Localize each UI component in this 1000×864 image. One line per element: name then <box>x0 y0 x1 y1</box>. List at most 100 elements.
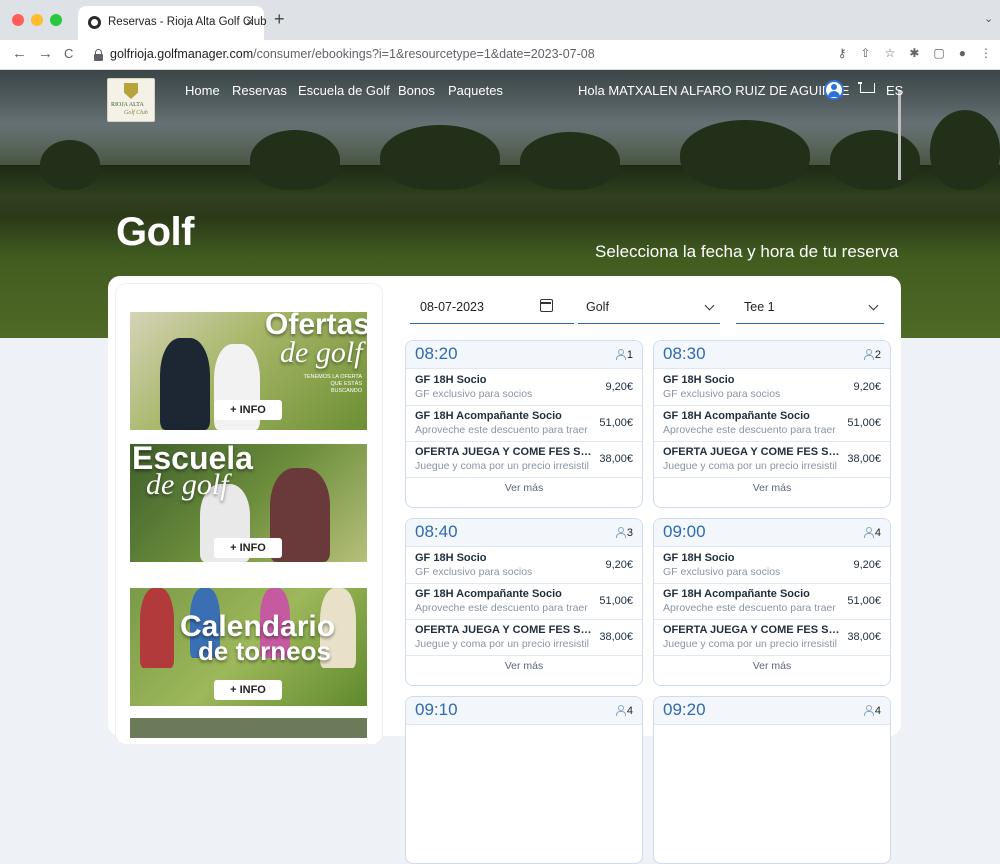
resource-value: Golf <box>586 300 609 314</box>
chevron-down-icon <box>704 300 715 311</box>
calendar-icon[interactable] <box>540 299 553 312</box>
see-more-link[interactable]: Ver más <box>406 477 642 503</box>
fare-row[interactable]: OFERTA JUEGA Y COME FES SOC... Juegue y … <box>406 620 642 656</box>
tab-close-icon[interactable]: × <box>246 14 254 29</box>
window-zoom-button[interactable] <box>50 14 62 26</box>
side-panel-icon[interactable]: ▢ <box>933 46 944 60</box>
extensions-puzzle-icon[interactable]: ✱ <box>909 46 919 60</box>
tee-value: Tee 1 <box>744 300 775 314</box>
reload-icon[interactable]: C <box>64 46 73 62</box>
tee-time-card[interactable]: 08:30 2 GF 18H Socio GF exclusivo para s… <box>653 340 891 508</box>
fare-description: Aproveche este descuento para traer <box>415 424 588 436</box>
more-info-button[interactable]: + INFO <box>214 680 282 700</box>
user-greeting: Hola MATXALEN ALFARO RUIZ DE AGUIRRE <box>578 83 850 98</box>
tab-search-icon[interactable]: ⌄ <box>984 12 993 25</box>
page-subtitle: Selecciona la fecha y hora de tu reserva <box>595 242 899 261</box>
lock-icon <box>94 49 103 61</box>
nav-bonos[interactable]: Bonos <box>398 83 435 98</box>
promo-banner-partial[interactable] <box>130 718 367 738</box>
fare-name: OFERTA JUEGA Y COME FES SOC... <box>415 624 599 636</box>
address-bar: ← → C golfrioja.golfmanager.com/consumer… <box>0 40 1000 70</box>
players-count: 4 <box>863 705 881 717</box>
fare-row[interactable]: GF 18H Socio GF exclusivo para socios 9,… <box>654 548 890 584</box>
fare-price: 51,00€ <box>599 595 633 607</box>
url-host: golfrioja.golfmanager.com <box>110 47 254 61</box>
fare-row[interactable]: GF 18H Acompañante Socio Aproveche este … <box>654 584 890 620</box>
tee-time-card[interactable]: 09:00 4 GF 18H Socio GF exclusivo para s… <box>653 518 891 686</box>
language-selector[interactable]: ES <box>886 83 903 98</box>
share-icon[interactable]: ⇧ <box>861 46 871 60</box>
banner-script: de golf <box>280 336 363 369</box>
tee-time-header: 09:20 4 <box>654 697 890 725</box>
logo-subtext: Golf Club <box>124 110 148 116</box>
fare-row[interactable]: GF 18H Acompañante Socio Aproveche este … <box>406 584 642 620</box>
date-picker[interactable]: 08-07-2023 <box>410 296 574 324</box>
fare-row[interactable]: GF 18H Socio GF exclusivo para socios 9,… <box>406 370 642 406</box>
see-more-link[interactable]: Ver más <box>654 477 890 503</box>
more-info-button[interactable]: + INFO <box>214 400 282 420</box>
window-minimize-button[interactable] <box>31 14 43 26</box>
fare-row[interactable]: GF 18H Acompañante Socio Aproveche este … <box>654 406 890 442</box>
promo-banner-escuela[interactable]: Escuela de golf + INFO <box>130 444 367 562</box>
promo-banner-ofertas[interactable]: Ofertas de golf TENEMOS LA OFERTA QUE ES… <box>130 312 367 430</box>
window-close-button[interactable] <box>12 14 24 26</box>
tee-time-card[interactable]: 08:40 3 GF 18H Socio GF exclusivo para s… <box>405 518 643 686</box>
fare-name: GF 18H Acompañante Socio <box>415 588 562 600</box>
fare-description: Juegue y coma por un precio irresistil <box>663 638 837 650</box>
fare-name: GF 18H Socio <box>663 552 735 564</box>
fare-row[interactable]: OFERTA JUEGA Y COME FES SOC... Juegue y … <box>654 620 890 656</box>
tee-time: 08:40 <box>415 522 458 541</box>
back-arrow-icon[interactable]: ← <box>12 46 27 62</box>
fare-row[interactable]: OFERTA JUEGA Y COME FES SOC... Juegue y … <box>406 442 642 478</box>
fare-row[interactable]: GF 18H Acompañante Socio Aproveche este … <box>406 406 642 442</box>
see-more-link[interactable]: Ver más <box>654 655 890 681</box>
browser-tab[interactable]: Reservas - Rioja Alta Golf Club × <box>78 6 267 40</box>
fare-row[interactable]: GF 18H Socio GF exclusivo para socios 9,… <box>654 370 890 406</box>
tee-time-card[interactable]: 09:10 4 <box>405 696 643 864</box>
url-text: golfrioja.golfmanager.com/consumer/ebook… <box>110 47 595 61</box>
tee-time-card[interactable]: 09:20 4 <box>653 696 891 864</box>
person-icon <box>615 349 626 360</box>
fare-row[interactable]: GF 18H Socio GF exclusivo para socios 9,… <box>406 548 642 584</box>
fare-description: GF exclusivo para socios <box>663 566 781 578</box>
fare-description: Juegue y coma por un precio irresistil <box>663 460 837 472</box>
password-key-icon[interactable]: ⚷ <box>838 46 847 60</box>
players-count: 2 <box>863 349 881 361</box>
nav-reservas[interactable]: Reservas <box>232 83 287 98</box>
fare-price: 38,00€ <box>599 453 633 465</box>
see-more-link[interactable]: Ver más <box>406 655 642 681</box>
bookmark-star-icon[interactable]: ☆ <box>885 46 896 60</box>
fare-name: OFERTA JUEGA Y COME FES SOC... <box>663 624 847 636</box>
tee-select[interactable]: Tee 1 <box>736 296 884 324</box>
fare-price: 38,00€ <box>847 453 881 465</box>
promo-banner-calendario[interactable]: Calendario de torneos + INFO <box>130 588 367 706</box>
person-icon <box>615 527 626 538</box>
fare-description: Juegue y coma por un precio irresistil <box>415 638 589 650</box>
tee-time-header: 08:20 1 <box>406 341 642 369</box>
fare-description: GF exclusivo para socios <box>415 388 533 400</box>
person-icon <box>863 527 874 538</box>
more-info-button[interactable]: + INFO <box>214 538 282 558</box>
fare-description: Aproveche este descuento para traer <box>415 602 588 614</box>
nav-paquetes[interactable]: Paquetes <box>448 83 503 98</box>
resource-select[interactable]: Golf <box>578 296 720 324</box>
fare-name: GF 18H Socio <box>415 552 487 564</box>
tree-shape <box>380 125 500 190</box>
forward-arrow-icon[interactable]: → <box>38 46 53 62</box>
user-account-icon[interactable] <box>824 80 844 100</box>
players-count: 4 <box>615 705 633 717</box>
nav-home[interactable]: Home <box>185 83 220 98</box>
nav-escuela-de-golf[interactable]: Escuela de Golf <box>298 83 390 98</box>
profile-icon[interactable]: ● <box>959 46 966 60</box>
club-logo[interactable]: RIOJA ALTA Golf Club <box>107 78 155 122</box>
tee-time-card[interactable]: 08:20 1 GF 18H Socio GF exclusivo para s… <box>405 340 643 508</box>
fare-row[interactable]: OFERTA JUEGA Y COME FES SOC... Juegue y … <box>654 442 890 478</box>
new-tab-button[interactable]: + <box>274 10 285 28</box>
banner-script: de golf <box>146 468 229 501</box>
cart-icon[interactable] <box>858 81 876 99</box>
url-field[interactable]: golfrioja.golfmanager.com/consumer/ebook… <box>92 44 792 66</box>
browser-menu-icon[interactable]: ⋮ <box>980 46 992 60</box>
tree-shape <box>250 130 340 190</box>
tree-shape <box>830 130 920 190</box>
players-count: 3 <box>615 527 633 539</box>
